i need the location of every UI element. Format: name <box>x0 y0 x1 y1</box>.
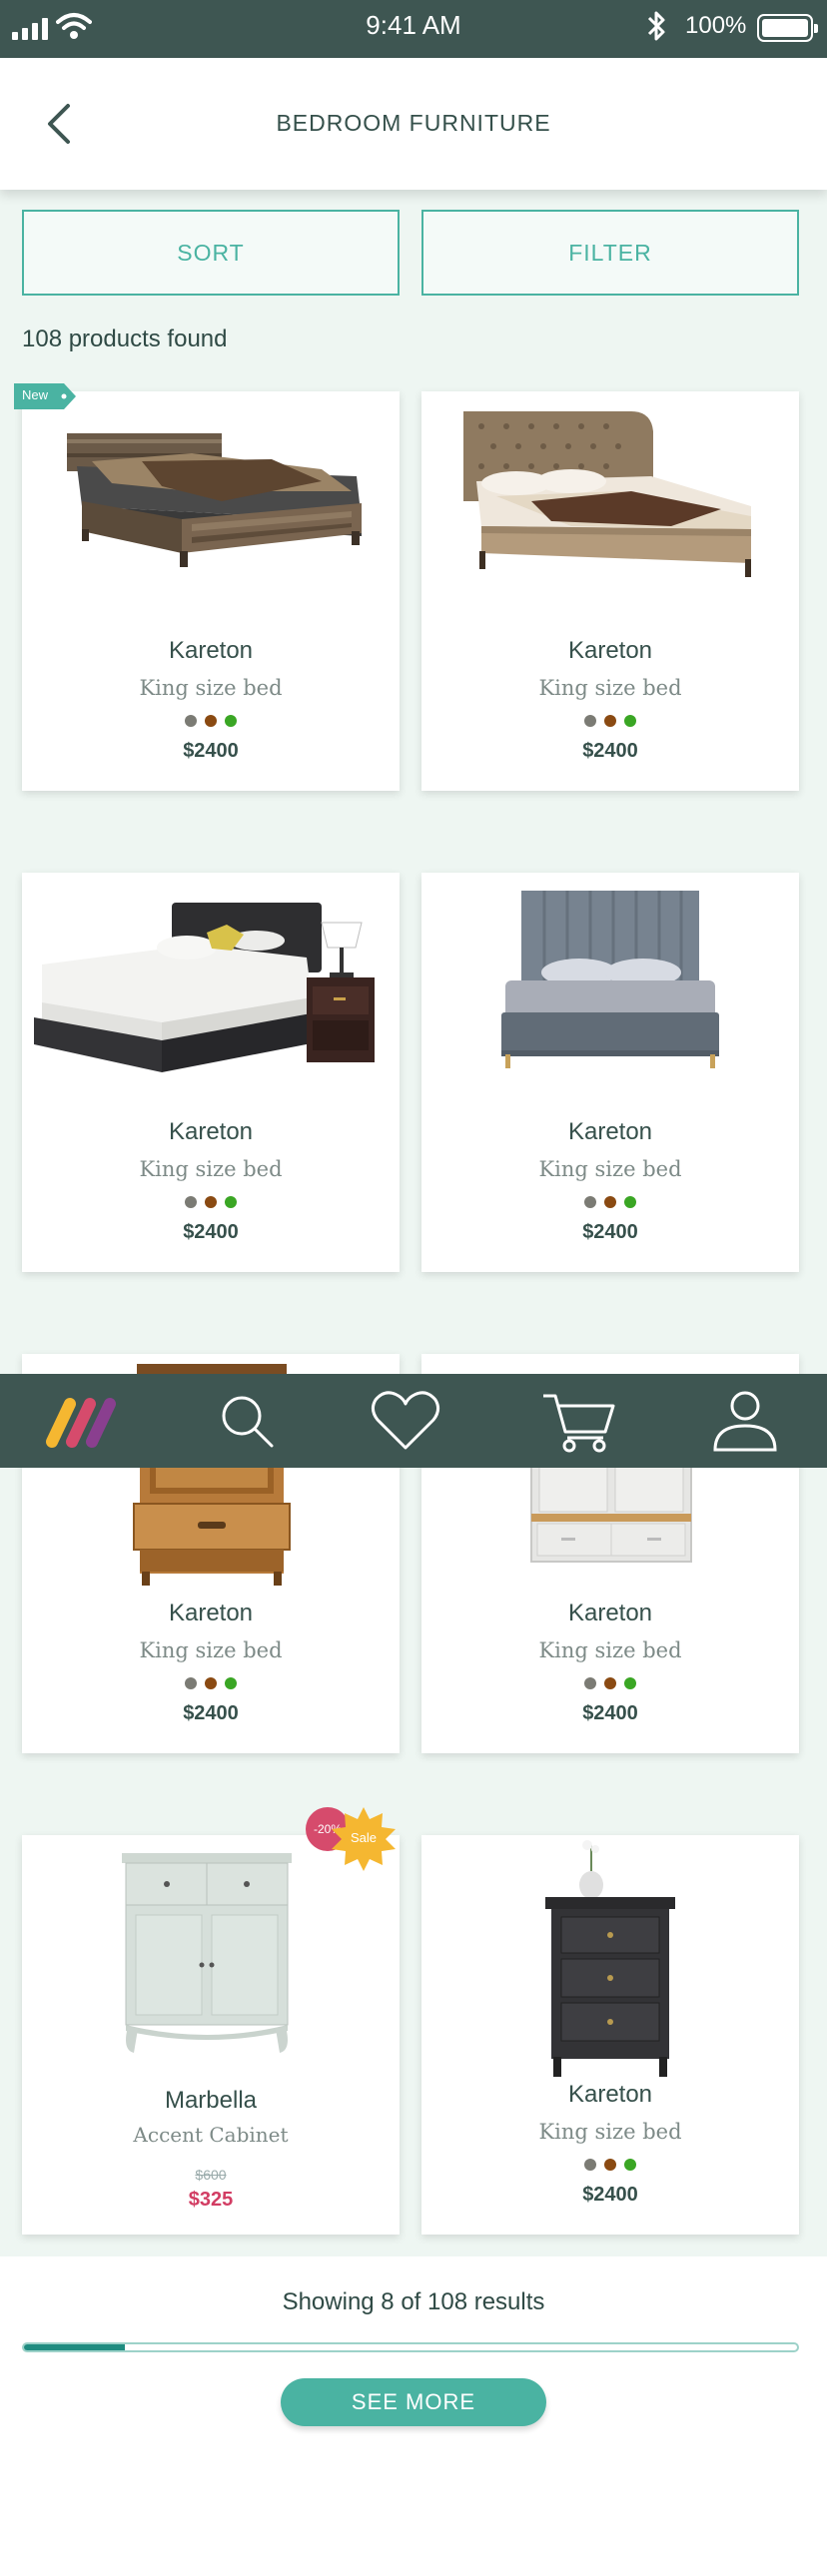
product-name: Kareton <box>567 1600 653 1626</box>
heart-icon[interactable] <box>366 1384 445 1458</box>
color-options[interactable] <box>421 2159 799 2171</box>
color-options[interactable] <box>22 1677 400 1689</box>
progress-fill <box>24 2344 125 2350</box>
product-card[interactable]: Kareton King size bed $2400 <box>22 873 400 1272</box>
user-icon[interactable] <box>705 1384 785 1458</box>
black-nightstand-image <box>545 1840 675 2077</box>
product-price: $2400 <box>183 1221 239 1243</box>
product-description: King size bed <box>538 1157 682 1181</box>
product-name: Kareton <box>567 637 653 664</box>
results-progress-bar <box>22 2342 799 2352</box>
filter-button[interactable]: FILTER <box>421 210 799 296</box>
product-description: King size bed <box>139 1638 283 1662</box>
product-card[interactable]: Marbella Accent Cabinet $600 $325 <box>22 1835 400 2235</box>
color-options[interactable] <box>22 1196 400 1208</box>
product-description: King size bed <box>538 2120 682 2144</box>
product-description: King size bed <box>139 676 283 700</box>
platform-bed-image <box>34 903 375 1072</box>
cart-icon[interactable] <box>539 1384 619 1458</box>
color-options[interactable] <box>421 1677 799 1689</box>
sale-price: $325 <box>188 2189 234 2211</box>
product-price: $2400 <box>183 1702 239 1724</box>
product-description: King size bed <box>538 676 682 700</box>
product-name: Marbella <box>164 2087 258 2114</box>
product-name: Kareton <box>567 1118 653 1145</box>
rustic-bed-image <box>67 433 362 567</box>
product-card[interactable]: Kareton King size bed $2400 <box>421 1835 799 2235</box>
product-price: $2400 <box>582 1221 638 1243</box>
bluetooth-icon <box>647 11 665 41</box>
product-name: Kareton <box>168 1118 254 1145</box>
product-description: King size bed <box>139 1157 283 1181</box>
product-price: $2400 <box>582 740 638 762</box>
product-name: Kareton <box>168 637 254 664</box>
page-title: BEDROOM FURNITURE <box>276 110 551 136</box>
sale-badge-label: Sale <box>350 1830 378 1845</box>
product-price: $2400 <box>183 740 239 762</box>
product-price: $2400 <box>582 1702 638 1724</box>
product-price: $2400 <box>582 2184 638 2206</box>
search-icon[interactable] <box>206 1384 286 1458</box>
color-options[interactable] <box>421 715 799 727</box>
see-more-button[interactable]: SEE MORE <box>281 2378 546 2426</box>
logo-icon[interactable] <box>40 1384 120 1458</box>
color-options[interactable] <box>421 1196 799 1208</box>
product-name: Kareton <box>168 1600 254 1626</box>
bottom-navigation <box>0 1374 827 1468</box>
results-count: 108 products found <box>22 325 228 352</box>
tufted-bed-image <box>463 411 751 577</box>
battery-icon <box>757 14 818 42</box>
new-tag-label: New <box>22 387 49 402</box>
battery-percent: 100% <box>685 12 747 39</box>
product-description: Accent Cabinet <box>133 2123 289 2147</box>
product-description: King size bed <box>538 1638 682 1662</box>
product-name: Kareton <box>567 2081 653 2108</box>
showing-results: Showing 8 of 108 results <box>282 2288 545 2315</box>
status-bar: 9:41 AM 100% <box>0 0 827 58</box>
app-header: BEDROOM FURNITURE <box>0 58 827 190</box>
product-card[interactable]: Kareton King size bed $2400 <box>421 873 799 1272</box>
sort-button[interactable]: SORT <box>22 210 400 296</box>
gray-panel-bed-image <box>501 891 719 1068</box>
sale-badge: Sale <box>330 1805 398 1873</box>
color-options[interactable] <box>22 715 400 727</box>
product-card[interactable]: Kareton King size bed $2400 <box>421 391 799 791</box>
original-price: $600 <box>195 2167 227 2183</box>
product-card[interactable]: Kareton King size bed $2400 <box>22 391 400 791</box>
